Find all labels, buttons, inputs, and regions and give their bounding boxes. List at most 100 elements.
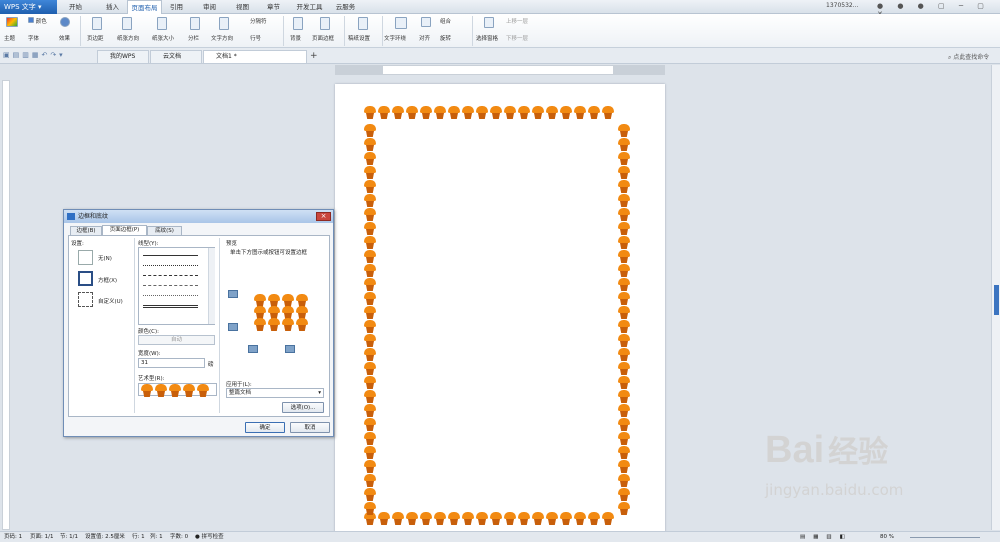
view-mode-buttons[interactable]: ▤▦▥◧ [800, 532, 853, 542]
line-style-scrollbar[interactable] [208, 248, 215, 324]
tab-0[interactable]: 开始 [63, 0, 88, 14]
columns-button[interactable] [190, 17, 200, 32]
theme-label[interactable]: 主题 [4, 34, 15, 42]
theme-button[interactable] [6, 17, 18, 29]
flower-pot-icon [363, 404, 377, 418]
background-label[interactable]: 背景 [290, 34, 301, 42]
manuscript-button[interactable] [358, 17, 368, 32]
art-select[interactable] [138, 383, 217, 396]
document-page[interactable] [335, 84, 665, 536]
orientation-label[interactable]: 纸张方向 [117, 34, 139, 42]
tab-3[interactable]: 引用 [164, 0, 189, 14]
bottom-border-toggle[interactable] [228, 323, 238, 331]
group-button[interactable]: 组合 [440, 17, 451, 25]
align-button[interactable] [421, 17, 431, 29]
tab-1[interactable]: 插入 [100, 0, 125, 14]
tab-2[interactable]: 页面布局 [127, 0, 162, 14]
new-tab-button[interactable]: + [310, 51, 318, 61]
tab-my-wps[interactable]: 我的WPS [97, 50, 149, 63]
line-style-dot-dot[interactable] [143, 295, 198, 296]
selection-pane-icon [484, 17, 494, 28]
size-label[interactable]: 纸张大小 [152, 34, 174, 42]
flower-pot-icon [363, 194, 377, 208]
width-input[interactable]: 31 [138, 358, 205, 368]
setting-none-label[interactable]: 无(N) [98, 254, 112, 262]
close-icon[interactable]: × [316, 212, 331, 221]
line-numbers-button[interactable]: 行号 [250, 34, 261, 42]
color-select[interactable]: 自动 [138, 335, 215, 345]
quick-access-toolbar[interactable]: ▣▤▥▦↶↷▾ [3, 51, 66, 59]
status-position: 设置值: 2.5厘米 [85, 534, 125, 540]
colors-button[interactable]: 颜色 [28, 17, 47, 25]
line-style-list[interactable] [138, 247, 215, 325]
preview-area[interactable] [253, 294, 308, 332]
setting-custom-icon[interactable] [78, 292, 93, 307]
spell-check-button[interactable]: ● 拼写检查 [195, 532, 224, 542]
zoom-slider[interactable] [910, 537, 980, 538]
top-border-toggle[interactable] [228, 290, 238, 298]
color-value: 自动 [170, 337, 182, 343]
setting-box-label[interactable]: 方框(X) [98, 276, 117, 284]
wrap-button[interactable] [395, 17, 407, 31]
tab-4[interactable]: 审阅 [197, 0, 222, 14]
right-border-toggle[interactable] [285, 345, 295, 353]
flower-pot-icon [617, 278, 631, 292]
margins-label[interactable]: 页边距 [87, 34, 104, 42]
account-name[interactable]: 1370532... [826, 2, 858, 9]
rotate-button[interactable]: 旋转 [440, 34, 451, 42]
tab-cloud-docs[interactable]: 云文档 [150, 50, 202, 63]
apply-select[interactable]: 整篇文档 ▾ [226, 388, 324, 398]
line-style-dashed[interactable] [143, 275, 198, 276]
options-button[interactable]: 选项(O)... [282, 402, 324, 413]
effects-button[interactable] [60, 17, 70, 29]
horizontal-ruler[interactable] [335, 65, 665, 75]
ribbon-divider [472, 16, 473, 46]
margins-button[interactable] [92, 17, 102, 32]
selection-pane-button[interactable] [484, 17, 494, 30]
page-border-button[interactable] [320, 17, 330, 32]
flower-pot-icon [617, 292, 631, 306]
tab-8[interactable]: 云服务 [333, 0, 358, 14]
cancel-button[interactable]: 取消 [290, 422, 330, 433]
background-button[interactable] [293, 17, 303, 32]
line-style-dash-dot[interactable] [143, 285, 198, 286]
scroll-thumb[interactable] [994, 285, 999, 315]
breaks-button[interactable]: 分隔符 [250, 17, 267, 25]
text-direction-label[interactable]: 文字方向 [211, 34, 233, 42]
tab-document1[interactable]: 文档1 * [203, 50, 307, 63]
line-numbers-label: 行号 [250, 36, 262, 42]
text-direction-button[interactable] [219, 17, 229, 32]
tab-label: 文档1 * [216, 53, 237, 60]
flower-pot-icon [363, 236, 377, 250]
command-search[interactable]: ⌕ 点此查找命令 [948, 52, 989, 62]
flower-pot-icon [363, 334, 377, 348]
line-style-solid[interactable] [143, 255, 198, 256]
vertical-ruler[interactable] [2, 80, 10, 530]
tab-5[interactable]: 视图 [230, 0, 255, 14]
line-style-double[interactable] [143, 305, 198, 308]
manuscript-label[interactable]: 稿纸设置 [348, 34, 370, 42]
tab-6[interactable]: 章节 [261, 0, 286, 14]
effects-label[interactable]: 效果 [59, 34, 70, 42]
selection-pane-label[interactable]: 选择窗格 [476, 34, 498, 42]
setting-custom-label[interactable]: 自定义(U) [98, 297, 123, 305]
bring-forward-button[interactable]: 上移一层 [506, 17, 528, 25]
flower-pot-icon [559, 106, 573, 120]
align-label[interactable]: 对齐 [419, 34, 430, 42]
columns-label[interactable]: 分栏 [188, 34, 199, 42]
app-menu-button[interactable]: WPS 文字 ▾ [0, 0, 57, 14]
flower-pot-icon [587, 512, 601, 526]
left-border-toggle[interactable] [248, 345, 258, 353]
ok-button[interactable]: 确定 [245, 422, 285, 433]
orientation-button[interactable] [122, 17, 132, 32]
line-style-dotted[interactable] [143, 265, 198, 266]
wrap-label[interactable]: 文字环绕 [384, 34, 406, 42]
vertical-scrollbar[interactable] [991, 65, 1000, 530]
setting-box-icon[interactable] [78, 271, 93, 286]
page-border-label[interactable]: 页面边框 [312, 34, 334, 42]
fonts-button[interactable]: 字体 [28, 34, 39, 42]
tab-7[interactable]: 开发工具 [292, 0, 327, 14]
size-button[interactable] [157, 17, 167, 32]
setting-none-icon[interactable] [78, 250, 93, 265]
send-backward-button[interactable]: 下移一层 [506, 34, 528, 42]
